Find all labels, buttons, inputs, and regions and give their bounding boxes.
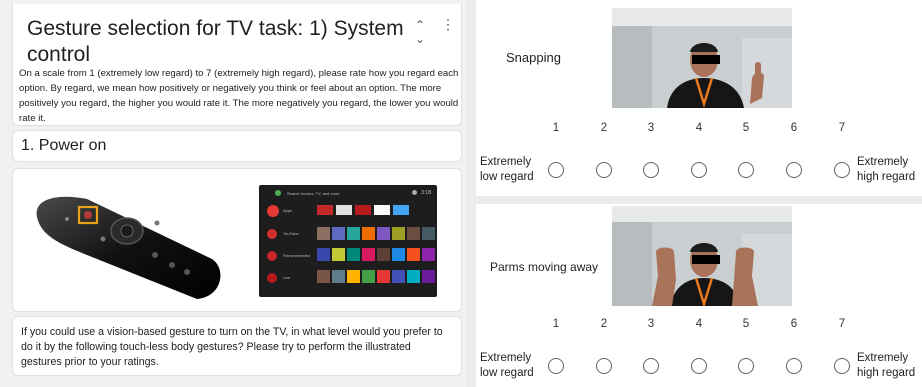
- question-title-card: 1. Power on: [12, 130, 462, 162]
- remote-control-image: [36, 196, 221, 299]
- more-vert-icon[interactable]: ⋮: [441, 16, 455, 33]
- question-prompt: If you could use a vision-based gesture …: [21, 326, 443, 368]
- scale-num-4: 4: [695, 122, 703, 134]
- radio-option-5[interactable]: [738, 358, 754, 374]
- tv-row-label-live: Live: [283, 275, 291, 280]
- tv-row-label-apps: Apps: [283, 208, 293, 213]
- tv-recommended-row: [317, 248, 435, 261]
- radio-option-4[interactable]: [691, 358, 707, 374]
- tv-settings-icon: [412, 190, 417, 195]
- scale-num-7: 7: [838, 122, 846, 134]
- scale-num-5: 5: [742, 122, 750, 134]
- tv-row-label-recommended: Recommended: [283, 253, 311, 258]
- panel-divider: [466, 0, 476, 387]
- radio-option-2[interactable]: [596, 162, 612, 178]
- gesture-photo-snapping: [612, 8, 792, 108]
- section-separator: [476, 196, 922, 204]
- radio-option-6[interactable]: [786, 358, 802, 374]
- tv-recommended-icon: [267, 251, 277, 261]
- tv-apps-row: [317, 205, 409, 215]
- tv-search-text: Search movies, TV, and more: [287, 191, 340, 196]
- collapse-icon[interactable]: ⌃ ⌄: [415, 18, 425, 46]
- radio-option-1[interactable]: [548, 358, 564, 374]
- scale-num-2: 2: [600, 122, 608, 134]
- scale-num-3: 3: [647, 122, 655, 134]
- form-panel: Gesture selection for TV task: 1) System…: [0, 0, 466, 387]
- scale-num-4: 4: [695, 318, 703, 330]
- question-title: 1. Power on: [21, 137, 107, 154]
- scale-num-6: 6: [790, 318, 798, 330]
- question-prompt-card: If you could use a vision-based gesture …: [12, 316, 462, 376]
- low-anchor-label: Extremely low regard: [480, 352, 534, 379]
- tv-mic-icon: [275, 190, 281, 196]
- tv-row-label-youtube: YouTube: [283, 231, 299, 236]
- scale-num-2: 2: [600, 318, 608, 330]
- gesture-photo-parms-moving-away: [612, 206, 792, 306]
- form-header-card: Gesture selection for TV task: 1) System…: [12, 4, 462, 126]
- radio-option-2[interactable]: [596, 358, 612, 374]
- tv-live-icon: [267, 273, 277, 283]
- radio-option-6[interactable]: [786, 162, 802, 178]
- low-anchor-label: Extremely low regard: [480, 156, 534, 183]
- tv-apps-icon: [267, 205, 279, 217]
- scale-num-1: 1: [552, 122, 560, 134]
- form-description: On a scale from 1 (extremely low regard)…: [19, 68, 459, 124]
- tv-time: 3:18: [421, 190, 431, 196]
- scale-num-7: 7: [838, 318, 846, 330]
- gesture-label-snapping: Snapping: [506, 50, 561, 65]
- scale-num-1: 1: [552, 318, 560, 330]
- radio-option-5[interactable]: [738, 162, 754, 178]
- high-anchor-label: Extremely high regard: [857, 156, 916, 183]
- scale-num-6: 6: [790, 122, 798, 134]
- scale-num-3: 3: [647, 318, 655, 330]
- radio-option-3[interactable]: [643, 162, 659, 178]
- radio-option-7[interactable]: [834, 162, 850, 178]
- scale-num-5: 5: [742, 318, 750, 330]
- tv-youtube-icon: [267, 229, 277, 239]
- radio-option-1[interactable]: [548, 162, 564, 178]
- high-anchor-label: Extremely high regard: [857, 352, 916, 379]
- form-title: Gesture selection for TV task: 1) System…: [27, 17, 404, 66]
- question-image-card: Search movies, TV, and more 3:18 Apps Yo…: [12, 168, 462, 312]
- radio-option-4[interactable]: [691, 162, 707, 178]
- radio-option-3[interactable]: [643, 358, 659, 374]
- gesture-label-parms-moving-away: Parms moving away: [490, 260, 599, 274]
- radio-option-7[interactable]: [834, 358, 850, 374]
- tv-home-screen: Search movies, TV, and more 3:18 Apps Yo…: [259, 185, 437, 297]
- tv-youtube-row: [317, 227, 435, 240]
- tv-live-row: [317, 270, 435, 283]
